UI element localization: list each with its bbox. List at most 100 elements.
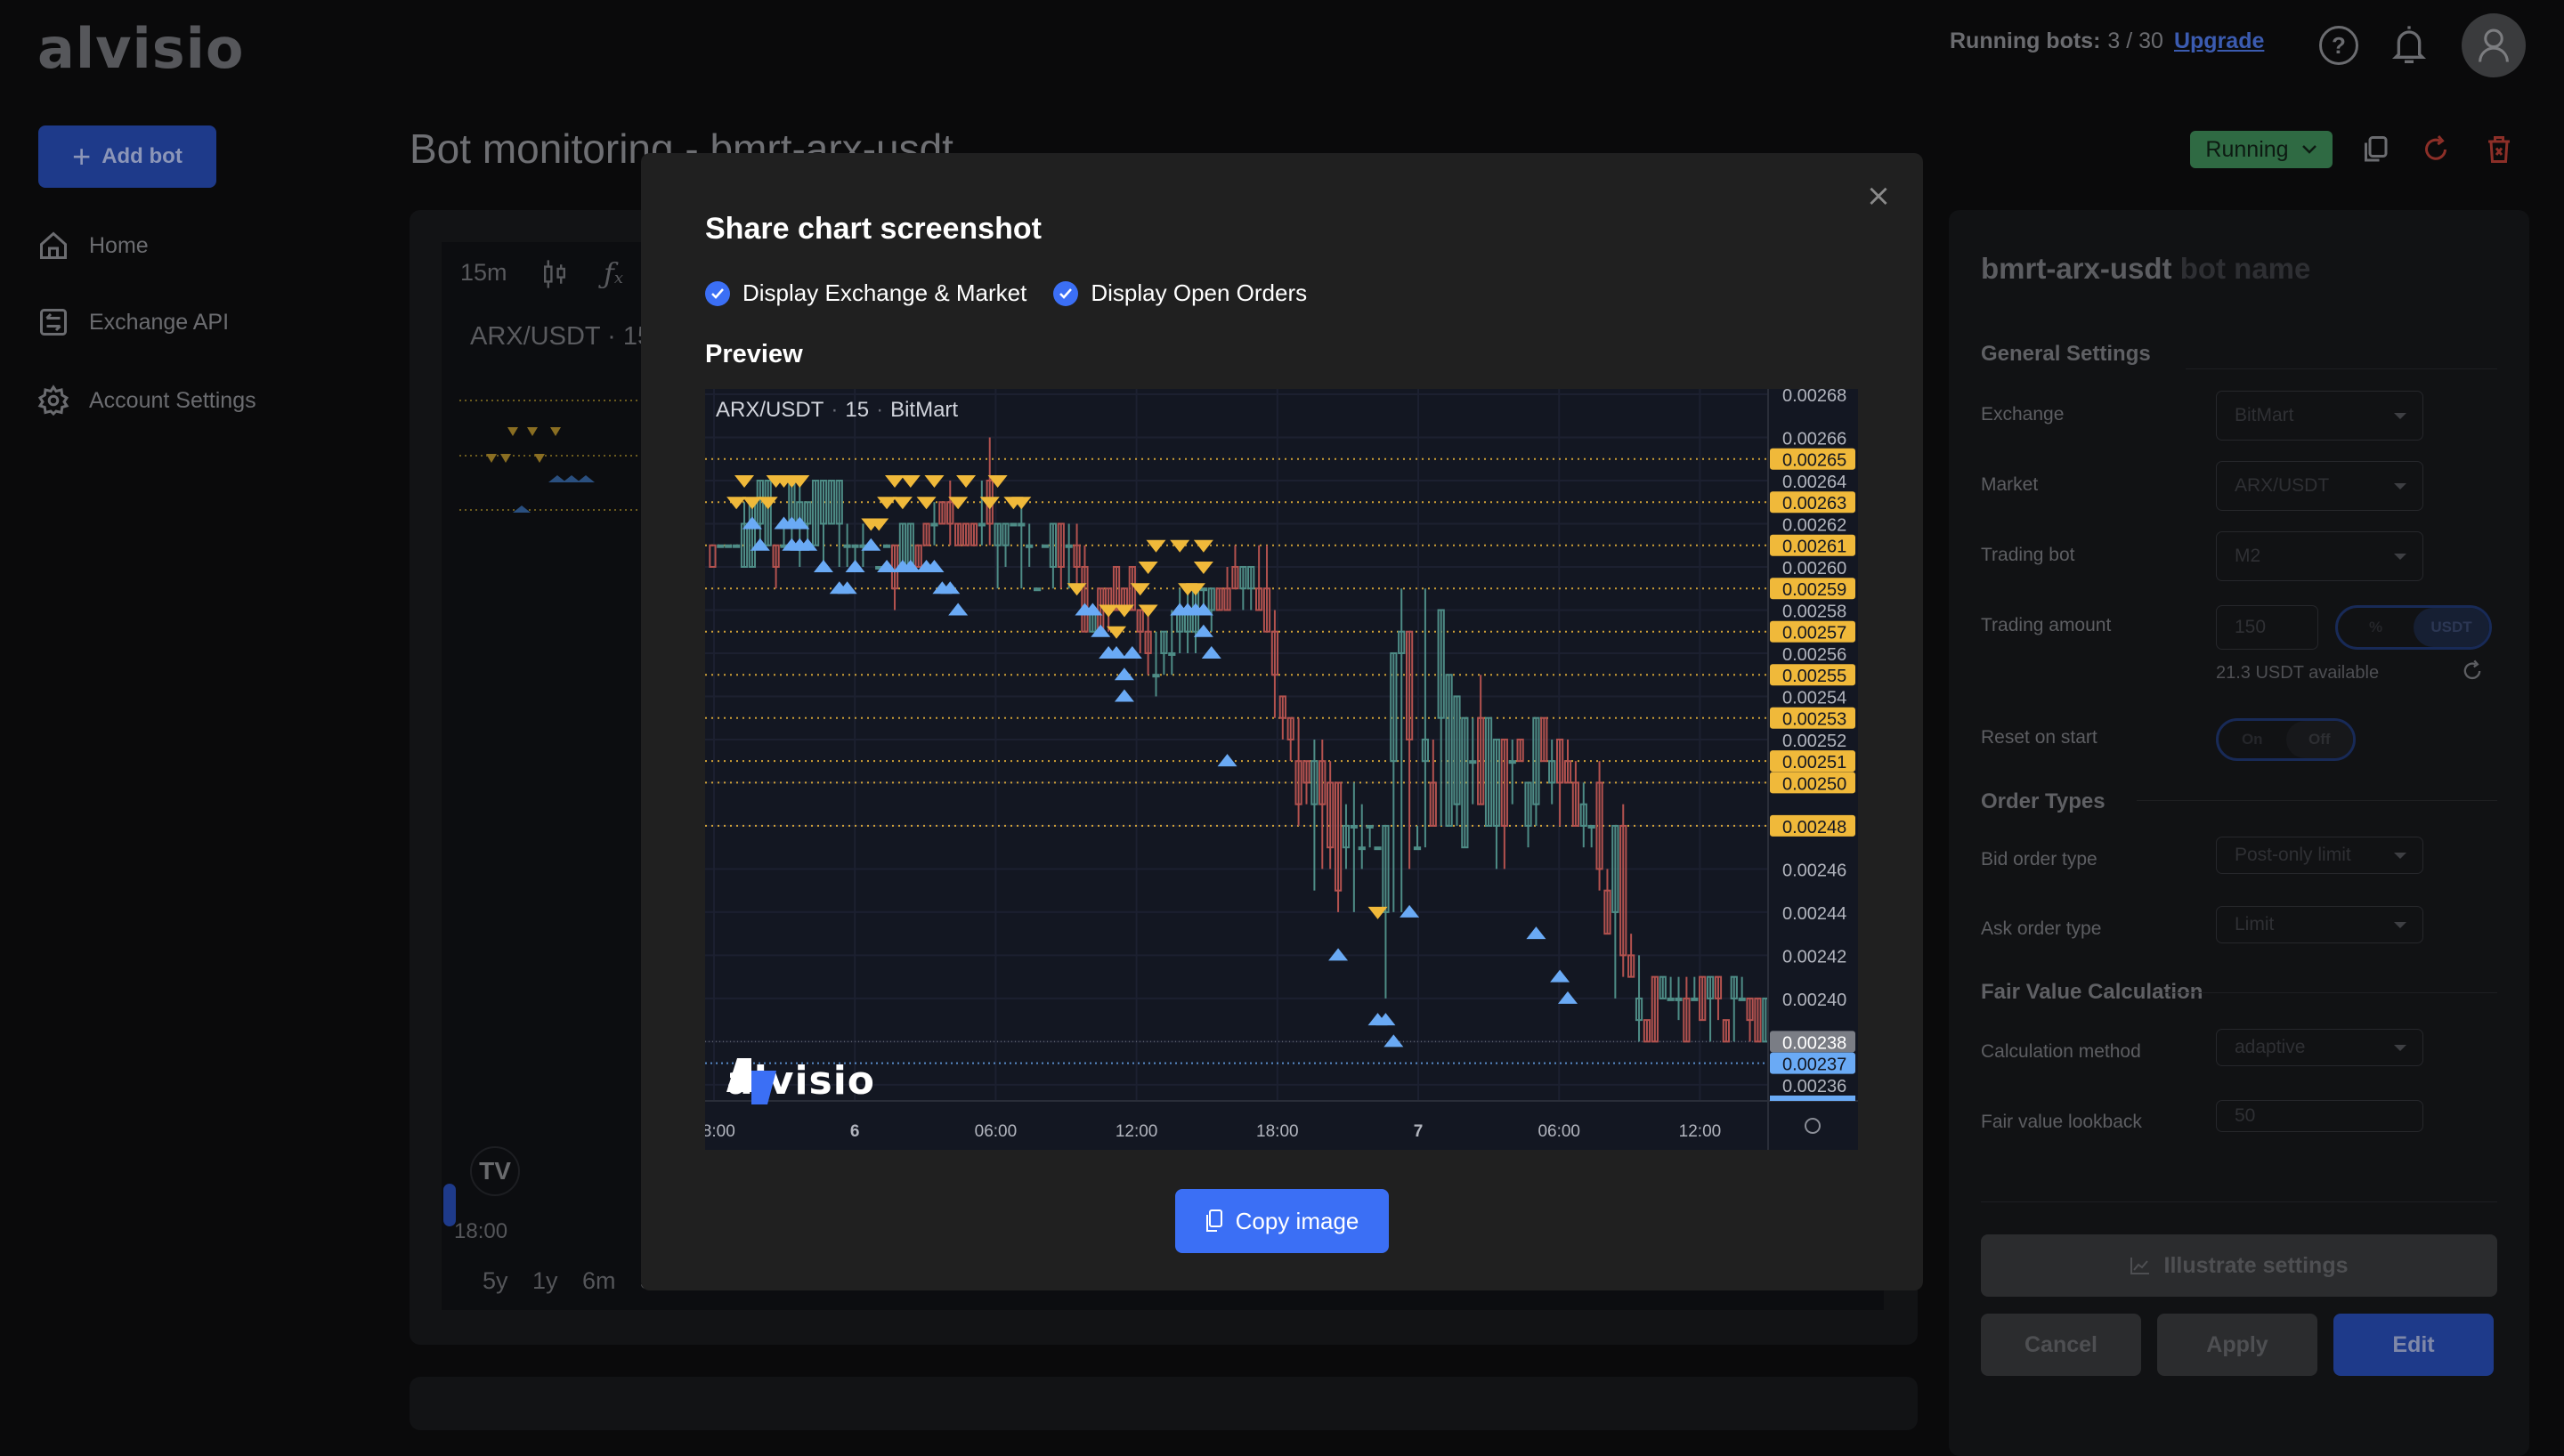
avatar[interactable] <box>2462 13 2526 77</box>
exchange-value: BitMart <box>2235 405 2294 425</box>
checkbox-checked-icon[interactable] <box>705 280 730 306</box>
ask-order-type-label: Ask order type <box>1981 918 2102 939</box>
exchange-label: Exchange <box>1981 404 2065 425</box>
restart-icon[interactable] <box>2420 132 2452 167</box>
refresh-icon[interactable] <box>2460 659 2485 684</box>
illustrate-settings-button[interactable]: Illustrate settings <box>1981 1234 2497 1297</box>
price-tick-label: 0.00262 <box>1782 515 1846 535</box>
running-bots-count: 3 / 30 <box>2107 28 2163 53</box>
legend-symbol: ARX/USDT <box>716 398 824 422</box>
sell-order-price-label: 0.00248 <box>1782 818 1846 837</box>
unit-option-usdt[interactable]: USDT <box>2414 608 2489 647</box>
plus-icon: + <box>72 138 92 174</box>
tradingview-logo[interactable]: TV <box>470 1146 520 1196</box>
time-tick-label: 6 <box>850 1122 860 1141</box>
sidebar-item-account-settings[interactable]: Account Settings <box>37 383 256 418</box>
price-tick-label: 0.00254 <box>1782 688 1846 708</box>
running-bots-label: Running bots: <box>1950 28 2101 53</box>
running-bots-indicator: Running bots: 3 / 30 Upgrade <box>1950 28 2264 54</box>
calculation-method-label: Calculation method <box>1981 1041 2141 1062</box>
cancel-button[interactable]: Cancel <box>1981 1314 2141 1376</box>
price-tick-label: 0.00252 <box>1782 732 1846 751</box>
edit-button[interactable]: Edit <box>2333 1314 2494 1376</box>
illustrate-settings-label: Illustrate settings <box>2163 1252 2349 1278</box>
candle-body <box>1587 824 1595 829</box>
calculation-method-select[interactable]: adaptive <box>2216 1029 2423 1066</box>
reset-option-off[interactable]: Off <box>2285 721 2353 758</box>
sidebar-item-exchange-api[interactable]: Exchange API <box>37 304 229 340</box>
time-tick-label: 12:00 <box>1116 1122 1158 1141</box>
upgrade-link[interactable]: Upgrade <box>2174 28 2264 53</box>
background-chart-plot <box>459 400 641 513</box>
trading-bot-select[interactable]: M2 <box>2216 531 2423 581</box>
candle-body <box>978 522 986 527</box>
app-logo: alvisio <box>37 16 245 81</box>
divider <box>2137 800 2497 801</box>
add-bot-label: Add bot <box>101 144 183 168</box>
price-tick-label: 0.00240 <box>1782 991 1846 1010</box>
sell-order-price-label: 0.00265 <box>1782 451 1846 471</box>
market-select[interactable]: ARX/USDT <box>2216 461 2423 511</box>
bid-order-type-select[interactable]: Post-only limit <box>2216 837 2423 874</box>
modal-title: Share chart screenshot <box>705 212 1042 246</box>
divider <box>2165 992 2497 993</box>
candle-body <box>1010 522 1018 527</box>
caret-down-icon <box>2394 853 2406 859</box>
sell-order-price-label: 0.00261 <box>1782 538 1846 557</box>
trading-amount-input[interactable]: 150 <box>2216 605 2318 650</box>
display-open-orders-checkbox[interactable]: Display Open Orders <box>1053 279 1307 307</box>
reset-option-on[interactable]: On <box>2219 731 2286 748</box>
candle-body <box>1026 544 1034 548</box>
bot-name: bmrt-arx-usdt <box>1981 252 2172 285</box>
candle-body <box>1691 997 1699 1001</box>
copy-icon[interactable] <box>2359 132 2391 167</box>
fair-value-lookback-label: Fair value lookback <box>1981 1112 2142 1132</box>
unit-option-percent[interactable]: % <box>2338 619 2414 636</box>
sell-order-price-label: 0.00263 <box>1782 494 1846 514</box>
amount-unit-toggle[interactable]: % USDT <box>2335 605 2492 650</box>
ask-order-type-select[interactable]: Limit <box>2216 906 2423 943</box>
fair-value-lookback-value: 50 <box>2235 1105 2256 1126</box>
bell-icon[interactable] <box>2391 23 2427 68</box>
delete-icon[interactable] <box>2483 132 2515 167</box>
fair-value-lookback-input[interactable]: 50 <box>2216 1100 2423 1132</box>
price-tick-label: 0.00242 <box>1782 947 1846 967</box>
close-icon[interactable]: × <box>1861 178 1896 214</box>
candle-body <box>930 522 938 527</box>
caret-down-icon <box>2394 922 2406 928</box>
buy-order-badge-edge <box>1770 1096 1855 1101</box>
timeframe-button[interactable]: 15m <box>460 259 507 287</box>
reset-on-start-toggle[interactable]: On Off <box>2216 718 2356 761</box>
general-settings-heading: General Settings <box>1981 342 2151 366</box>
caret-down-icon <box>2394 413 2406 419</box>
sidebar-item-label: Exchange API <box>89 309 230 335</box>
copy-image-button[interactable]: Copy image <box>1175 1189 1389 1253</box>
range-selector[interactable]: 5y 1y 6m 3 <box>483 1267 653 1295</box>
candle-body <box>1033 587 1042 592</box>
candle-body <box>1168 651 1176 656</box>
status-dropdown[interactable]: Running <box>2190 131 2333 168</box>
exchange-select[interactable]: BitMart <box>2216 391 2423 441</box>
chart-preview: 0.00268 0.00266 0.00264 0.00262 0.00260 0.002… <box>705 389 1858 1150</box>
caret-down-icon <box>2394 1045 2406 1051</box>
sidebar-item-home[interactable]: Home <box>37 228 149 263</box>
sell-order-price-label: 0.00253 <box>1782 710 1846 730</box>
candle-body <box>1358 846 1366 851</box>
preview-legend: ARX/USDT · 15 · BitMart <box>716 398 959 422</box>
candle-body <box>733 544 741 548</box>
checkbox-checked-icon[interactable] <box>1053 280 1079 306</box>
candle-body <box>1374 846 1382 851</box>
candle-body <box>1366 824 1374 829</box>
time-tick-label: 06:00 <box>1538 1122 1580 1141</box>
indicators-icon[interactable]: ƒx <box>604 256 623 290</box>
help-icon[interactable]: ? <box>2319 26 2358 65</box>
legend-interval: 15 <box>845 398 870 422</box>
candle-body <box>1350 824 1358 829</box>
bot-name-hint: bot name <box>2179 252 2311 285</box>
trading-amount-label: Trading amount <box>1981 615 2112 635</box>
candles-icon[interactable] <box>541 258 568 290</box>
display-exchange-market-checkbox[interactable]: Display Exchange & Market <box>705 279 1026 307</box>
apply-button[interactable]: Apply <box>2157 1314 2317 1376</box>
add-bot-button[interactable]: + Add bot <box>38 125 216 188</box>
sell-order-price-label: 0.00250 <box>1782 774 1846 794</box>
